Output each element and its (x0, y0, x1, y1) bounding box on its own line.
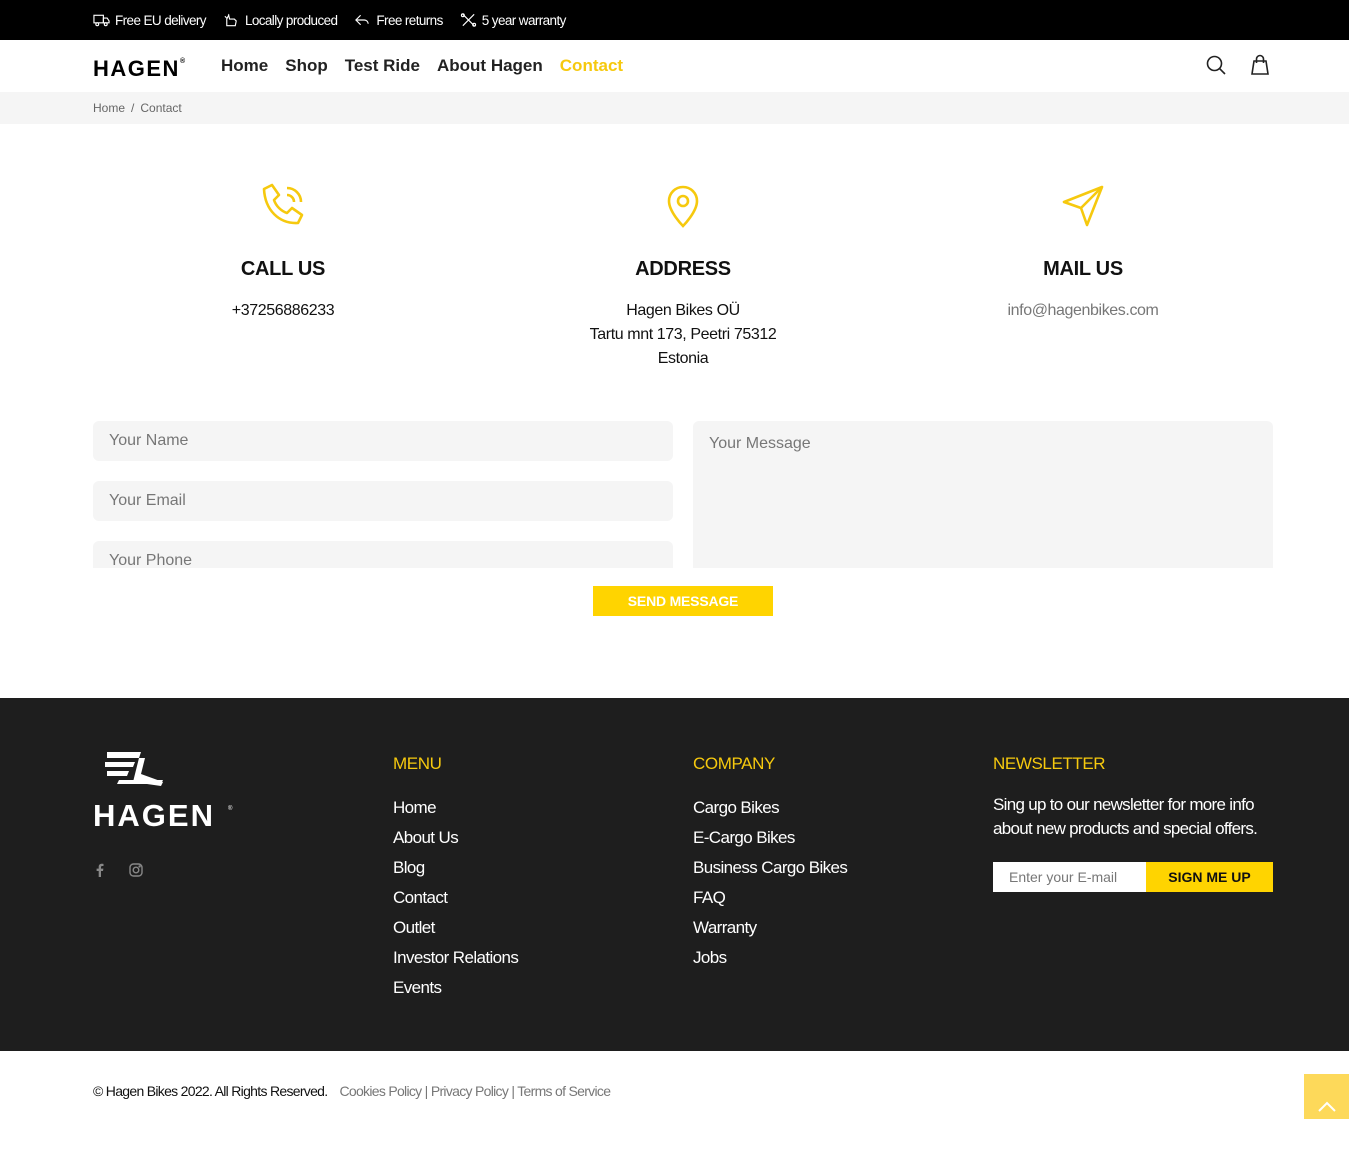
usp-returns: Free returns (354, 12, 443, 28)
address-line-2: Tartu mnt 173, Peetri 75312 (589, 326, 777, 343)
usp-local-label: Locally produced (244, 12, 338, 28)
address-text: Hagen Bikes OÜ Tartu mnt 173, Peetri 753… (483, 299, 883, 371)
footer-company-e-cargo-bikes[interactable]: E-Cargo Bikes (693, 823, 847, 853)
registered-mark: ® (179, 58, 187, 65)
send-message-button[interactable]: SEND MESSAGE (593, 586, 773, 616)
phone-input[interactable] (93, 541, 673, 568)
address-line-3: Estonia (657, 350, 709, 367)
usp-warranty-label: 5 year warranty (481, 12, 567, 28)
cookies-policy-link[interactable]: Cookies Policy (339, 1083, 422, 1099)
nav-test-ride[interactable]: Test Ride (345, 56, 420, 76)
legal-separator: | (424, 1083, 429, 1099)
footer: HAGEN ® MENU Home About Us Blog Contact … (0, 698, 1349, 1051)
footer-menu: MENU Home About Us Blog Contact Outlet I… (393, 754, 519, 1003)
hand-icon (224, 13, 237, 27)
tools-icon (460, 13, 476, 27)
footer-company-cargo-bikes[interactable]: Cargo Bikes (693, 793, 847, 823)
footer-company: COMPANY Cargo Bikes E-Cargo Bikes Busine… (693, 754, 848, 973)
newsletter-title: NEWSLETTER (993, 754, 1106, 773)
breadcrumb: Home / Contact (0, 92, 1349, 124)
name-input[interactable] (93, 421, 673, 461)
footer-menu-investor-relations[interactable]: Investor Relations (393, 943, 519, 973)
nav-shop[interactable]: Shop (285, 56, 328, 76)
breadcrumb-home[interactable]: Home (93, 101, 125, 115)
footer-menu-contact[interactable]: Contact (393, 883, 518, 913)
footer-company-business-cargo-bikes[interactable]: Business Cargo Bikes (693, 853, 848, 883)
footer-menu-home[interactable]: Home (393, 793, 518, 823)
privacy-policy-link[interactable]: Privacy Policy (431, 1083, 509, 1099)
legal-separator: | (511, 1083, 515, 1099)
mail-us-block: MAIL US info@hagenbikes.com (883, 182, 1283, 323)
social-links (93, 863, 143, 877)
mail-us-title: MAIL US (1043, 258, 1123, 280)
main-nav: Home Shop Test Ride About Hagen Contact (221, 40, 623, 92)
usp-returns-label: Free returns (376, 12, 443, 28)
message-textarea[interactable] (693, 421, 1273, 568)
copyright: © Hagen Bikes 2022. All Rights Reserved. (93, 1083, 328, 1099)
phone-icon (262, 183, 304, 225)
nav-home[interactable]: Home (221, 56, 268, 76)
newsletter-form: SIGN ME UP (993, 862, 1273, 892)
return-arrow-icon (355, 14, 370, 26)
facebook-icon[interactable] (93, 863, 107, 877)
breadcrumb-separator: / (131, 101, 135, 115)
phone-input-wrapper (93, 541, 673, 568)
chevron-up-icon (1317, 1101, 1336, 1112)
terms-of-service-link[interactable]: Terms of Service (517, 1083, 611, 1099)
footer-company-faq[interactable]: FAQ (693, 883, 847, 913)
breadcrumb-current: Contact (140, 101, 182, 115)
send-icon (1062, 185, 1104, 227)
newsletter-email-input[interactable] (993, 862, 1146, 892)
address-line-1: Hagen Bikes OÜ (626, 302, 740, 319)
top-bar: Free EU delivery Locally produced Free r… (0, 0, 1349, 40)
header: HAGEN® Home Shop Test Ride About Hagen C… (0, 40, 1349, 92)
footer-menu-about-us[interactable]: About Us (393, 823, 518, 853)
instagram-icon[interactable] (129, 863, 143, 877)
bottom-bar: © Hagen Bikes 2022. All Rights Reserved.… (93, 1083, 611, 1099)
address-title: ADDRESS (635, 258, 731, 280)
email-link[interactable]: info@hagenbikes.com (883, 299, 1283, 323)
nav-about-hagen[interactable]: About Hagen (437, 56, 543, 76)
cart-bag-icon[interactable] (1249, 54, 1271, 76)
call-us-block: CALL US +37256886233 (83, 182, 483, 323)
footer-menu-title: MENU (393, 754, 442, 773)
email-input[interactable] (93, 481, 673, 521)
header-actions (1205, 54, 1271, 76)
svg-text:®: ® (228, 805, 233, 812)
address-block: ADDRESS Hagen Bikes OÜ Tartu mnt 173, Pe… (483, 182, 883, 371)
svg-text:HAGEN: HAGEN (93, 798, 215, 830)
footer-logo[interactable]: HAGEN ® (93, 750, 235, 835)
truck-icon (93, 14, 110, 27)
search-icon[interactable] (1205, 54, 1227, 76)
usp-delivery: Free EU delivery (93, 12, 207, 28)
footer-newsletter: NEWSLETTER Sing up to our newsletter for… (993, 754, 1273, 892)
scroll-to-top-button[interactable] (1304, 1074, 1349, 1119)
sign-me-up-button[interactable]: SIGN ME UP (1146, 862, 1273, 892)
legal-links: Cookies Policy | Privacy Policy | Terms … (339, 1083, 611, 1099)
usp-delivery-label: Free EU delivery (115, 12, 207, 28)
map-pin-icon (667, 185, 699, 228)
logo-text: HAGEN (93, 56, 180, 81)
phone-number[interactable]: +37256886233 (83, 299, 483, 323)
hagen-logo-icon: HAGEN ® (93, 752, 233, 833)
newsletter-text: Sing up to our newsletter for more info … (993, 795, 1258, 838)
footer-menu-blog[interactable]: Blog (393, 853, 518, 883)
footer-company-warranty[interactable]: Warranty (693, 913, 847, 943)
footer-menu-outlet[interactable]: Outlet (393, 913, 518, 943)
call-us-title: CALL US (240, 258, 326, 280)
usp-warranty: 5 year warranty (460, 13, 566, 28)
nav-contact[interactable]: Contact (560, 56, 623, 76)
logo[interactable]: HAGEN® (93, 56, 187, 82)
usp-local: Locally produced (223, 12, 338, 28)
footer-company-jobs[interactable]: Jobs (693, 943, 847, 973)
footer-company-title: COMPANY (693, 754, 775, 773)
footer-menu-events[interactable]: Events (393, 973, 518, 1003)
